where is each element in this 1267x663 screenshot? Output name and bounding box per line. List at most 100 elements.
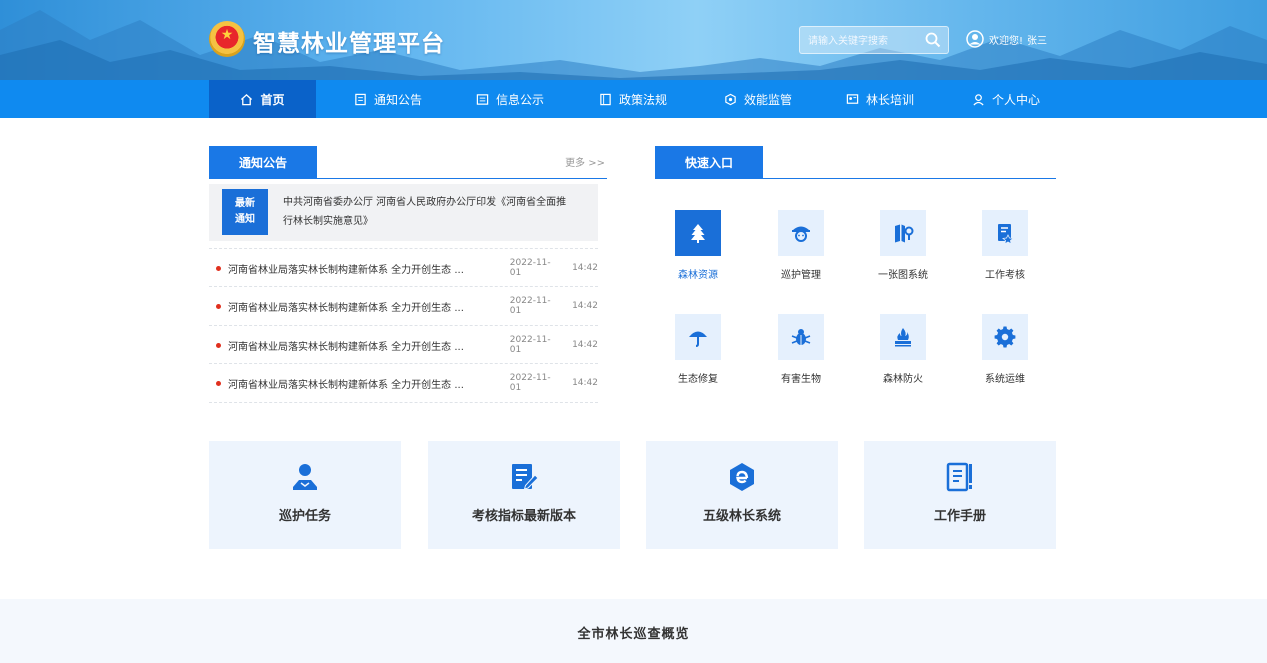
edit-doc-icon bbox=[512, 464, 539, 490]
info-icon bbox=[476, 93, 489, 105]
quick-item-icon-box bbox=[778, 210, 824, 256]
news-title[interactable]: 河南省林业局落实林长制构建新体系 全力开创生态 ... bbox=[228, 299, 498, 314]
quick-item-label: 工作考核 bbox=[985, 270, 1025, 281]
bullet-dot bbox=[216, 342, 221, 348]
ranger-icon bbox=[792, 226, 810, 242]
app-title: 智慧林业管理平台 bbox=[253, 31, 445, 57]
bug-icon bbox=[791, 329, 811, 345]
badge-line: 最新 bbox=[235, 198, 255, 209]
main-nav: 首页 通知公告 信息公示 政策法规 效能监管 林长培训 个人中心 bbox=[0, 80, 1267, 118]
user-icon bbox=[973, 93, 984, 105]
nav-item-notice[interactable]: 通知公告 bbox=[340, 80, 436, 118]
card-label: 五级林长系统 bbox=[702, 509, 781, 524]
umbrella-icon bbox=[689, 331, 707, 347]
news-item[interactable]: 河南省林业局落实林长制构建新体系 全力开创生态 ... 2022-11-01 1… bbox=[209, 325, 598, 364]
nav-label: 个人中心 bbox=[991, 92, 1040, 107]
card-patrol-task[interactable]: 巡护任务 bbox=[209, 441, 401, 549]
nav-item-info[interactable]: 信息公示 bbox=[462, 80, 558, 118]
quick-item-label: 森林防火 bbox=[883, 374, 923, 385]
home-icon bbox=[241, 93, 253, 105]
bullet-dot bbox=[216, 380, 221, 386]
news-title[interactable]: 河南省林业局落实林长制构建新体系 全力开创生态 ... bbox=[228, 376, 498, 391]
notice-section-header: 通知公告 更多 >> bbox=[209, 146, 607, 179]
quick-item-system-ops[interactable]: 系统运维 bbox=[965, 314, 1045, 394]
training-icon bbox=[846, 93, 859, 104]
quick-item-fire-prevention[interactable]: 森林防火 bbox=[863, 314, 943, 394]
card-assessment-latest[interactable]: 考核指标最新版本 bbox=[428, 441, 620, 549]
news-time: 14:42 bbox=[572, 263, 598, 273]
search-input[interactable] bbox=[806, 27, 920, 55]
news-date: 2022-11-01 bbox=[509, 335, 551, 355]
notice-section-title: 通知公告 bbox=[209, 146, 317, 178]
search-box[interactable] bbox=[799, 26, 949, 55]
news-item[interactable]: 河南省林业局落实林长制构建新体系 全力开创生态 ... 2022-11-01 1… bbox=[209, 286, 598, 325]
patrol-task-icon bbox=[293, 464, 317, 490]
card-five-level-system[interactable]: 五级林长系统 bbox=[646, 441, 838, 549]
latest-notice-badge: 最新 通知 bbox=[222, 189, 268, 235]
overview-section: 全市林长巡查概览 bbox=[0, 599, 1267, 663]
quick-item-icon-box bbox=[982, 210, 1028, 256]
nav-item-policy[interactable]: 政策法规 bbox=[585, 80, 681, 118]
card-label: 考核指标最新版本 bbox=[471, 509, 576, 524]
news-item[interactable]: 河南省林业局落实林长制构建新体系 全力开创生态 ... 2022-11-01 1… bbox=[209, 363, 598, 403]
quick-item-forest-resources[interactable]: 森林资源 bbox=[658, 210, 738, 290]
user-area[interactable]: 欢迎您! 张三 bbox=[966, 29, 1047, 49]
news-date: 2022-11-01 bbox=[509, 296, 551, 316]
nav-label: 林长培训 bbox=[865, 92, 914, 107]
news-title[interactable]: 河南省林业局落实林长制构建新体系 全力开创生态 ... bbox=[228, 338, 498, 353]
system-e-icon bbox=[730, 463, 754, 491]
fire-icon bbox=[895, 328, 911, 347]
news-title[interactable]: 河南省林业局落实林长制构建新体系 全力开创生态 ... bbox=[228, 261, 498, 276]
nav-label: 政策法规 bbox=[618, 92, 667, 107]
card-label: 巡护任务 bbox=[278, 509, 331, 524]
mountain-background bbox=[0, 10, 1267, 80]
nav-item-training[interactable]: 林长培训 bbox=[832, 80, 928, 118]
news-time: 14:42 bbox=[572, 301, 598, 311]
overview-title: 全市林长巡查概览 bbox=[577, 627, 690, 642]
quick-item-eco-restoration[interactable]: 生态修复 bbox=[658, 314, 738, 394]
nav-label: 效能监管 bbox=[743, 92, 792, 107]
assessment-icon bbox=[998, 224, 1014, 244]
welcome-text: 欢迎您! bbox=[989, 35, 1024, 47]
card-label: 工作手册 bbox=[933, 509, 986, 524]
nav-item-supervision[interactable]: 效能监管 bbox=[710, 80, 806, 118]
search-icon[interactable] bbox=[924, 31, 942, 49]
featured-notice-text[interactable]: 中共河南省委办公厅 河南省人民政府办公厅印发《河南省全面推行林长制实施意见》 bbox=[283, 193, 575, 231]
news-time: 14:42 bbox=[572, 340, 598, 350]
quick-item-icon-box bbox=[880, 314, 926, 360]
national-emblem-logo bbox=[209, 21, 245, 57]
news-time: 14:42 bbox=[572, 378, 598, 388]
card-work-manual[interactable]: 工作手册 bbox=[864, 441, 1056, 549]
manual-icon bbox=[946, 462, 972, 492]
notice-icon bbox=[355, 93, 366, 105]
quick-item-pests[interactable]: 有害生物 bbox=[761, 314, 841, 394]
more-link[interactable]: 更多 >> bbox=[565, 154, 605, 169]
quick-item-label: 生态修复 bbox=[678, 374, 718, 385]
bullet-dot bbox=[216, 265, 221, 271]
nav-item-home[interactable]: 首页 bbox=[209, 80, 316, 118]
featured-notice[interactable]: 最新 通知 中共河南省委办公厅 河南省人民政府办公厅印发《河南省全面推行林长制实… bbox=[209, 184, 598, 241]
quick-item-label: 巡护管理 bbox=[781, 270, 821, 281]
quick-item-work-assessment[interactable]: 工作考核 bbox=[965, 210, 1045, 290]
policy-icon bbox=[600, 93, 611, 105]
quick-item-label: 有害生物 bbox=[781, 374, 821, 385]
news-item[interactable]: 河南省林业局落实林长制构建新体系 全力开创生态 ... 2022-11-01 1… bbox=[209, 248, 598, 287]
quick-item-label: 系统运维 bbox=[985, 374, 1025, 385]
badge-line: 通知 bbox=[235, 214, 255, 225]
nav-label: 通知公告 bbox=[373, 92, 422, 107]
bullet-dot bbox=[216, 303, 221, 309]
quick-entry-title: 快速入口 bbox=[655, 146, 763, 178]
username[interactable]: 张三 bbox=[1027, 32, 1047, 47]
quick-item-icon-box bbox=[778, 314, 824, 360]
nav-item-personal[interactable]: 个人中心 bbox=[958, 80, 1054, 118]
news-date: 2022-11-01 bbox=[509, 373, 551, 393]
quick-item-patrol-management[interactable]: 巡护管理 bbox=[761, 210, 841, 290]
quick-item-icon-box bbox=[880, 210, 926, 256]
quick-entry-section-header: 快速入口 bbox=[655, 146, 1056, 179]
nav-label: 首页 bbox=[260, 92, 285, 107]
user-avatar-icon[interactable] bbox=[966, 30, 984, 48]
quick-item-icon-box bbox=[675, 314, 721, 360]
quick-item-icon-box bbox=[982, 314, 1028, 360]
quick-item-map-system[interactable]: 一张图系统 bbox=[863, 210, 943, 290]
header-banner: 智慧林业管理平台 欢迎您! 张三 bbox=[0, 0, 1267, 80]
